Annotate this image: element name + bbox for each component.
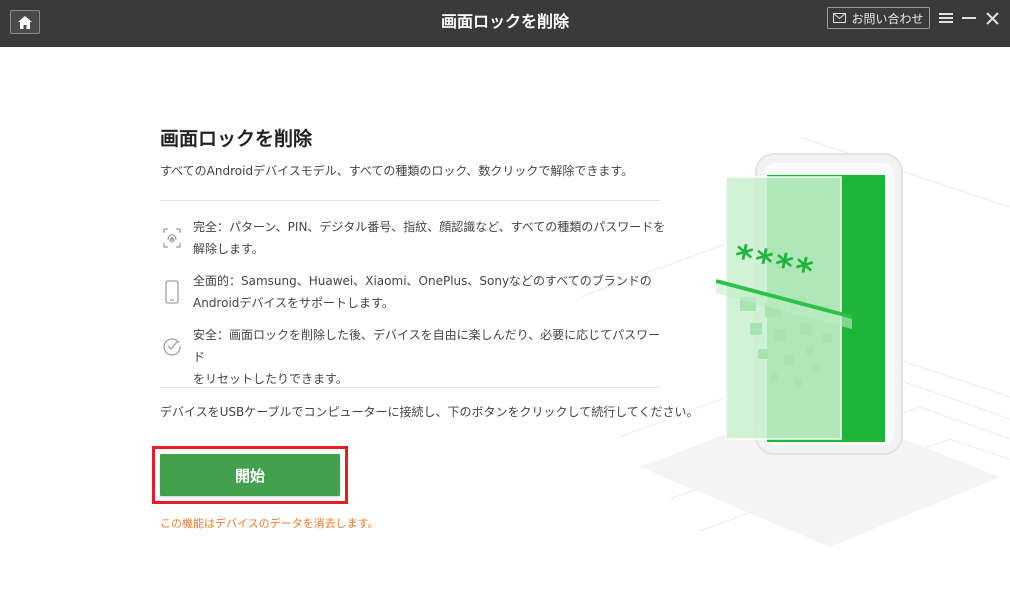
close-button[interactable]	[982, 8, 1002, 28]
feature-safe: 安全：画面ロックを削除した後、デバイスを自由に楽しんだり、必要に応じてパスワード…	[160, 324, 670, 390]
minimize-button[interactable]	[959, 8, 979, 28]
contact-button[interactable]: お問い合わせ	[827, 7, 930, 29]
home-icon	[18, 15, 32, 29]
mail-icon	[833, 13, 847, 23]
page-subtitle: すべてのAndroidデバイスモデル、すべての種類のロック、数クリックで解除でき…	[160, 164, 634, 178]
home-button[interactable]	[10, 10, 40, 34]
connect-instruction: デバイスをUSBケーブルでコンピューターに接続し、下のボタンをクリックして続行し…	[160, 405, 699, 419]
page-title: 画面ロックを削除	[160, 128, 313, 150]
phone-icon	[160, 280, 184, 304]
title-bar: 画面ロックを削除 お問い合わせ	[0, 0, 1010, 47]
feature-comprehensive: 全面的：Samsung、Huawei、Xiaomi、OnePlus、Sonyなど…	[160, 270, 670, 314]
feature-comprehensive-line1: 全面的：Samsung、Huawei、Xiaomi、OnePlus、Sonyなど…	[193, 274, 652, 288]
close-icon	[985, 11, 999, 25]
divider-bottom	[160, 387, 660, 388]
feature-safe-line1: 安全：画面ロックを削除した後、デバイスを自由に楽しんだり、必要に応じてパスワード	[193, 328, 661, 364]
start-button[interactable]: 開始	[160, 454, 340, 496]
feature-complete: 完全：パターン、PIN、デジタル番号、指紋、顔認識など、すべての種類のパスワード…	[160, 216, 670, 260]
minimize-icon	[962, 17, 976, 19]
feature-complete-line2: 解除します。	[193, 242, 264, 256]
contact-label: お問い合わせ	[851, 11, 924, 26]
feature-comprehensive-line2: Androidデバイスをサポートします。	[193, 296, 394, 310]
menu-icon	[939, 13, 953, 23]
data-erase-warning: この機能はデバイスのデータを消去します。	[160, 517, 379, 530]
divider-top	[160, 200, 660, 201]
fingerprint-icon	[160, 226, 184, 250]
feature-complete-line1: 完全：パターン、PIN、デジタル番号、指紋、顔認識など、すべての種類のパスワード…	[193, 220, 666, 234]
start-button-highlight: 開始	[152, 446, 348, 504]
menu-button[interactable]	[936, 8, 956, 28]
checkmark-circle-icon	[160, 334, 184, 358]
